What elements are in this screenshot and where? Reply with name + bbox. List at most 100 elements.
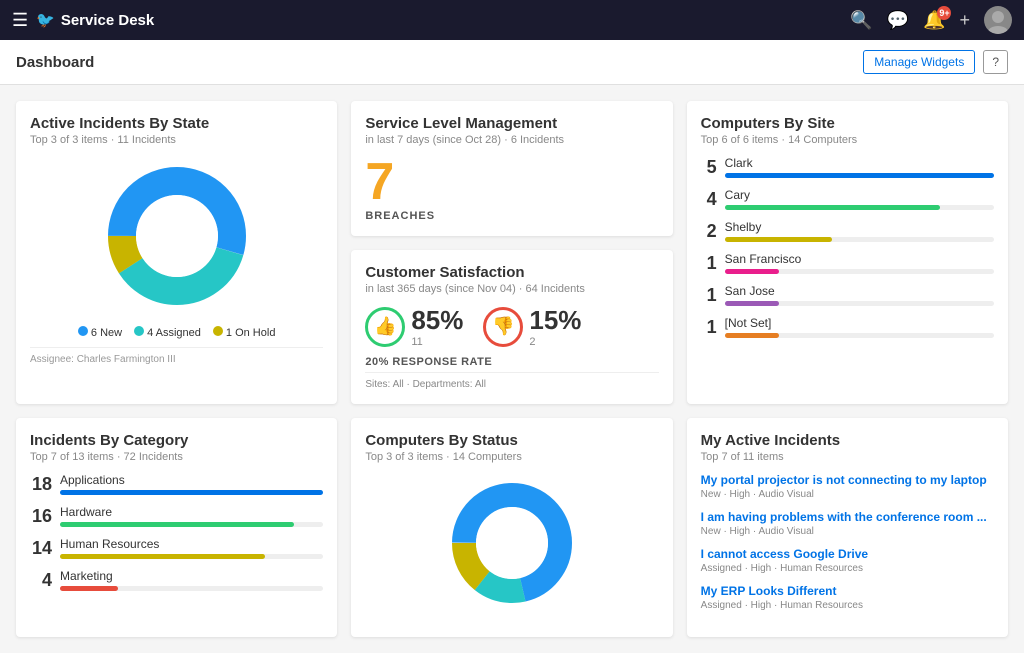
center-column: Service Level Management in last 7 days … [351, 101, 672, 404]
category-bar-bg [60, 490, 323, 495]
csat-negative-count: 2 [529, 336, 581, 348]
csat-positive-count: 11 [411, 336, 463, 348]
add-icon[interactable]: + [959, 10, 970, 31]
category-count: 16 [30, 506, 52, 527]
site-name: Clark [725, 156, 994, 170]
category-bar [60, 586, 118, 591]
slm-breaches-count: 7 [365, 156, 658, 208]
computers-by-site-title: Computers By Site [701, 115, 994, 132]
csat-response-rate: 20% RESPONSE RATE [365, 356, 658, 368]
csat-title: Customer Satisfaction [365, 264, 658, 281]
incident-title[interactable]: I am having problems with the conference… [701, 510, 994, 524]
category-bar-bg [60, 522, 323, 527]
site-row: 1 San Jose [701, 284, 994, 306]
site-info: Shelby [725, 220, 994, 242]
site-name: Shelby [725, 220, 994, 234]
my-active-incidents-subtitle: Top 7 of 11 items [701, 451, 994, 463]
header-left: ☰ 🐦 Service Desk [12, 10, 850, 31]
notification-badge: 9+ [937, 6, 951, 20]
computers-by-status-donut [365, 473, 658, 613]
category-count: 14 [30, 538, 52, 559]
site-name: [Not Set] [725, 316, 994, 330]
category-bar [60, 522, 294, 527]
category-count: 18 [30, 474, 52, 495]
site-name: San Jose [725, 284, 994, 298]
incident-title[interactable]: My portal projector is not connecting to… [701, 473, 994, 487]
site-bar [725, 205, 940, 210]
site-count: 5 [701, 157, 717, 178]
service-level-widget: Service Level Management in last 7 days … [351, 101, 672, 236]
csat-positive: 👍 85% 11 [365, 305, 463, 348]
site-info: Cary [725, 188, 994, 210]
incident-item: My portal projector is not connecting to… [701, 473, 994, 500]
hamburger-icon[interactable]: ☰ [12, 10, 28, 31]
category-info: Hardware [60, 505, 323, 527]
site-info: San Jose [725, 284, 994, 306]
site-bar-bg [725, 205, 994, 210]
computers-by-site-subtitle: Top 6 of 6 items · 14 Computers [701, 134, 994, 146]
csat-footer: Sites: All · Departments: All [365, 372, 658, 390]
site-bar-bg [725, 237, 994, 242]
csat-negative: 👎 15% 2 [483, 305, 581, 348]
category-row: 18 Applications [30, 473, 323, 495]
header-brand: 🐦 Service Desk [36, 11, 154, 29]
legend-new: 6 New [78, 326, 122, 339]
computers-by-status-widget: Computers By Status Top 3 of 3 items · 1… [351, 418, 672, 637]
subheader-actions: Manage Widgets ? [863, 50, 1008, 74]
computers-by-status-title: Computers By Status [365, 432, 658, 449]
my-active-incidents-widget: My Active Incidents Top 7 of 11 items My… [687, 418, 1008, 637]
computers-by-site-list: 5 Clark 4 Cary 2 [701, 156, 994, 338]
avatar[interactable] [984, 6, 1012, 34]
active-incidents-legend: 6 New 4 Assigned 1 On Hold [30, 326, 323, 339]
incident-meta: New · High · Audio Visual [701, 489, 994, 500]
incident-item: I cannot access Google Drive Assigned · … [701, 547, 994, 574]
csat-positive-values: 85% 11 [411, 305, 463, 348]
site-count: 1 [701, 285, 717, 306]
search-icon[interactable]: 🔍 [850, 10, 872, 31]
slm-breaches-label: BREACHES [365, 210, 658, 222]
active-incidents-footer: Assignee: Charles Farmington III [30, 347, 323, 365]
category-name: Human Resources [60, 537, 323, 551]
chat-icon[interactable]: 💬 [887, 10, 909, 31]
incidents-by-category-title: Incidents By Category [30, 432, 323, 449]
incident-title[interactable]: I cannot access Google Drive [701, 547, 994, 561]
my-active-incidents-list: My portal projector is not connecting to… [701, 473, 994, 611]
slm-title: Service Level Management [365, 115, 658, 132]
site-bar [725, 237, 833, 242]
my-active-incidents-title: My Active Incidents [701, 432, 994, 449]
category-bar [60, 490, 323, 495]
site-bar-bg [725, 333, 994, 338]
category-count: 4 [30, 570, 52, 591]
active-incidents-title: Active Incidents By State [30, 115, 323, 132]
site-bar [725, 333, 779, 338]
computers-by-site-widget: Computers By Site Top 6 of 6 items · 14 … [687, 101, 1008, 404]
incident-meta: New · High · Audio Visual [701, 526, 994, 537]
site-row: 2 Shelby [701, 220, 994, 242]
incidents-by-category-widget: Incidents By Category Top 7 of 13 items … [16, 418, 337, 637]
site-count: 4 [701, 189, 717, 210]
help-button[interactable]: ? [983, 50, 1008, 74]
site-info: Clark [725, 156, 994, 178]
category-bar-bg [60, 554, 323, 559]
site-bar [725, 269, 779, 274]
category-name: Hardware [60, 505, 323, 519]
csat-positive-icon: 👍 [365, 307, 405, 347]
legend-assigned: 4 Assigned [134, 326, 201, 339]
site-row: 5 Clark [701, 156, 994, 178]
incident-title[interactable]: My ERP Looks Different [701, 584, 994, 598]
incident-item: I am having problems with the conference… [701, 510, 994, 537]
legend-onhold: 1 On Hold [213, 326, 276, 339]
csat-negative-values: 15% 2 [529, 305, 581, 348]
category-bar-bg [60, 586, 323, 591]
category-row: 4 Marketing [30, 569, 323, 591]
site-count: 1 [701, 317, 717, 338]
site-info: [Not Set] [725, 316, 994, 338]
site-count: 1 [701, 253, 717, 274]
header-icons: 🔍 💬 🔔 9+ + [850, 6, 1012, 34]
active-incidents-widget: Active Incidents By State Top 3 of 3 ite… [16, 101, 337, 404]
category-name: Marketing [60, 569, 323, 583]
bell-icon[interactable]: 🔔 9+ [923, 10, 945, 31]
manage-widgets-button[interactable]: Manage Widgets [863, 50, 975, 74]
subheader: Dashboard Manage Widgets ? [0, 40, 1024, 85]
incidents-by-category-list: 18 Applications 16 Hardware 14 [30, 473, 323, 591]
